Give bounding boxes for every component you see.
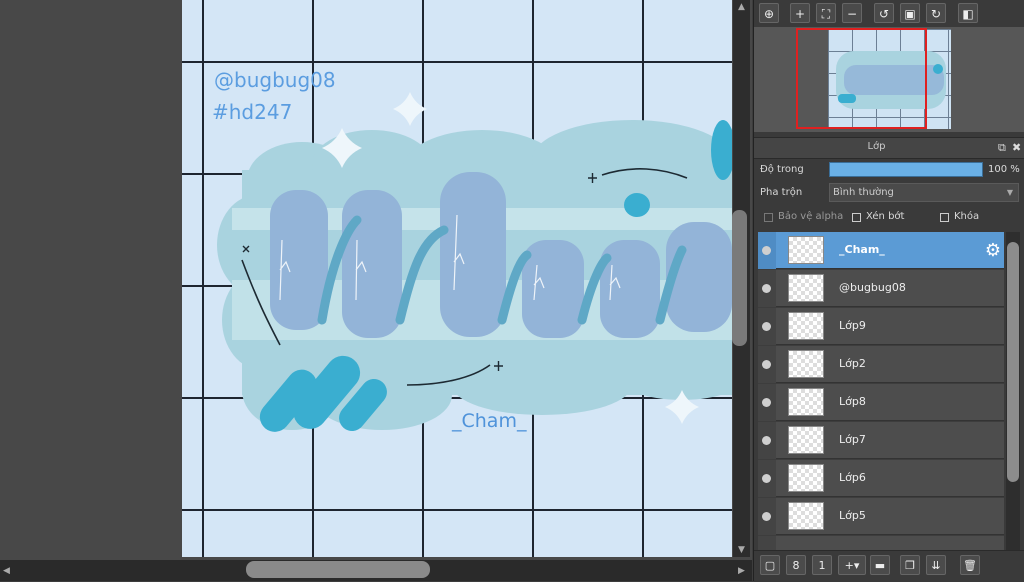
navigator-preview[interactable]	[754, 27, 1024, 132]
layer-panel-header: Lớp ⧉ ✖	[754, 137, 1024, 159]
watermark-hashtag: #hd247	[212, 100, 293, 124]
zoom-in-icon[interactable]: +	[790, 3, 810, 23]
blend-mode-select[interactable]: Bình thường ▼	[829, 183, 1019, 202]
lock-checkbox[interactable]	[940, 213, 949, 222]
layer-name: Lớp8	[839, 395, 866, 408]
layer-thumbnail	[788, 426, 824, 454]
scroll-up-arrow-icon[interactable]: ▲	[738, 2, 745, 12]
layer-name: _Cham_	[839, 243, 885, 256]
scroll-down-arrow-icon[interactable]: ▼	[738, 545, 745, 555]
zoom-out-icon[interactable]: −	[842, 3, 862, 23]
watermark-username: @bugbug08	[214, 68, 336, 92]
opacity-slider[interactable]	[829, 162, 983, 177]
new-folder-icon[interactable]: ▬	[870, 555, 890, 575]
layer-thumbnail	[788, 464, 824, 492]
eye-icon	[762, 246, 771, 255]
visibility-toggle[interactable]	[758, 270, 776, 307]
scroll-left-arrow-icon[interactable]: ◀	[3, 566, 10, 576]
layer-name: Lớp2	[839, 357, 866, 370]
visibility-toggle[interactable]	[758, 232, 776, 269]
eye-icon	[762, 284, 771, 293]
layer-thumbnail	[788, 388, 824, 416]
signature-text: _Cham_	[452, 410, 527, 432]
visibility-toggle[interactable]	[758, 498, 776, 535]
layer-list-scroll-thumb[interactable]	[1007, 242, 1019, 482]
lock-label: Khóa	[954, 211, 980, 222]
eye-icon	[762, 436, 771, 445]
layer-row[interactable]: Lớp6	[758, 460, 1004, 497]
vertical-scroll-thumb[interactable]	[732, 210, 747, 346]
close-icon[interactable]: ✖	[1012, 141, 1021, 154]
eye-icon	[762, 474, 771, 483]
layer-row[interactable]: Lớp9	[758, 308, 1004, 345]
canvas-workspace[interactable]: @bugbug08 #hd247 _Cham_ ▲ ▼	[0, 0, 752, 562]
visibility-toggle[interactable]	[758, 422, 776, 459]
flip-horizontal-icon[interactable]: ◧	[958, 3, 978, 23]
layer-row[interactable]: Lớp2	[758, 346, 1004, 383]
layer-thumbnail	[788, 312, 824, 340]
eye-icon	[762, 360, 771, 369]
navigator-viewport-rect[interactable]	[796, 28, 927, 129]
visibility-toggle[interactable]	[758, 384, 776, 421]
reset-view-icon[interactable]: ▣	[900, 3, 920, 23]
protect-alpha-label: Bảo vệ alpha	[778, 211, 844, 222]
horizontal-scroll-thumb[interactable]	[246, 561, 430, 578]
duplicate-layer-icon[interactable]: ❐	[900, 555, 920, 575]
layer-name: Lớp7	[839, 433, 866, 446]
layer-row[interactable]: Lớp7	[758, 422, 1004, 459]
layer-thumbnail	[788, 350, 824, 378]
layer-row[interactable]: Lớp8	[758, 384, 1004, 421]
navigator-toolbar: ⊕ + ⛶ − ↺ ▣ ↻ ◧	[754, 0, 1024, 26]
layer-panel-title: Lớp	[867, 141, 886, 152]
visibility-toggle[interactable]	[758, 346, 776, 383]
zoom-fit-icon[interactable]: ⊕	[759, 3, 779, 23]
layer-row[interactable]: Lớp5	[758, 498, 1004, 535]
visibility-toggle[interactable]	[758, 536, 776, 550]
layer-bottom-toolbar: ▢ 8 1 +▾ ▬ ❐ ⇊ 🗑	[754, 550, 1024, 582]
popout-icon[interactable]: ⧉	[998, 141, 1006, 155]
opacity-label: Độ trong	[760, 164, 804, 175]
gear-icon[interactable]: ⚙	[985, 240, 1001, 261]
eye-icon	[762, 398, 771, 407]
layer-name: @bugbug08	[839, 281, 906, 294]
layer-row[interactable]	[758, 536, 1004, 550]
layer-thumbnail	[788, 236, 824, 264]
scroll-right-arrow-icon[interactable]: ▶	[738, 566, 745, 576]
layer-name: Lớp6	[839, 471, 866, 484]
visibility-toggle[interactable]	[758, 308, 776, 345]
chevron-down-icon: ▼	[1006, 188, 1013, 197]
protect-alpha-checkbox[interactable]	[764, 213, 773, 222]
drawing-canvas[interactable]: @bugbug08 #hd247 _Cham_	[182, 0, 732, 557]
layer-thumbnail	[788, 274, 824, 302]
eye-icon	[762, 322, 771, 331]
visibility-toggle[interactable]	[758, 460, 776, 497]
layer-thumbnail	[788, 502, 824, 530]
delete-layer-icon[interactable]: 🗑	[960, 555, 980, 575]
blend-mode-label: Pha trộn	[760, 187, 803, 198]
layer-name: Lớp9	[839, 319, 866, 332]
right-panel: ⊕ + ⛶ − ↺ ▣ ↻ ◧ Lớp ⧉ ✖ Độ trong 100 % P…	[753, 0, 1024, 582]
fit-window-icon[interactable]: ⛶	[816, 3, 836, 23]
new-layer-icon[interactable]: ▢	[760, 555, 780, 575]
rotate-right-icon[interactable]: ↻	[926, 3, 946, 23]
layer-list[interactable]: _Cham_ ⚙ @bugbug08 Lớp9 Lớp2 Lớp8 Lớp7 L…	[758, 232, 1004, 550]
opacity-value: 100 %	[988, 164, 1020, 175]
layer-row[interactable]: @bugbug08	[758, 270, 1004, 307]
layer-name: Lớp5	[839, 509, 866, 522]
layer-row[interactable]: _Cham_ ⚙	[758, 232, 1004, 269]
add-layer-menu-icon[interactable]: +▾	[838, 555, 866, 575]
clipping-checkbox[interactable]	[852, 213, 861, 222]
new-8bit-layer-icon[interactable]: 8	[786, 555, 806, 575]
merge-layer-icon[interactable]: ⇊	[926, 555, 946, 575]
rotate-left-icon[interactable]: ↺	[874, 3, 894, 23]
new-1bit-layer-icon[interactable]: 1	[812, 555, 832, 575]
blend-mode-value: Bình thường	[833, 187, 894, 198]
eye-icon	[762, 512, 771, 521]
clipping-label: Xén bớt	[866, 211, 905, 222]
